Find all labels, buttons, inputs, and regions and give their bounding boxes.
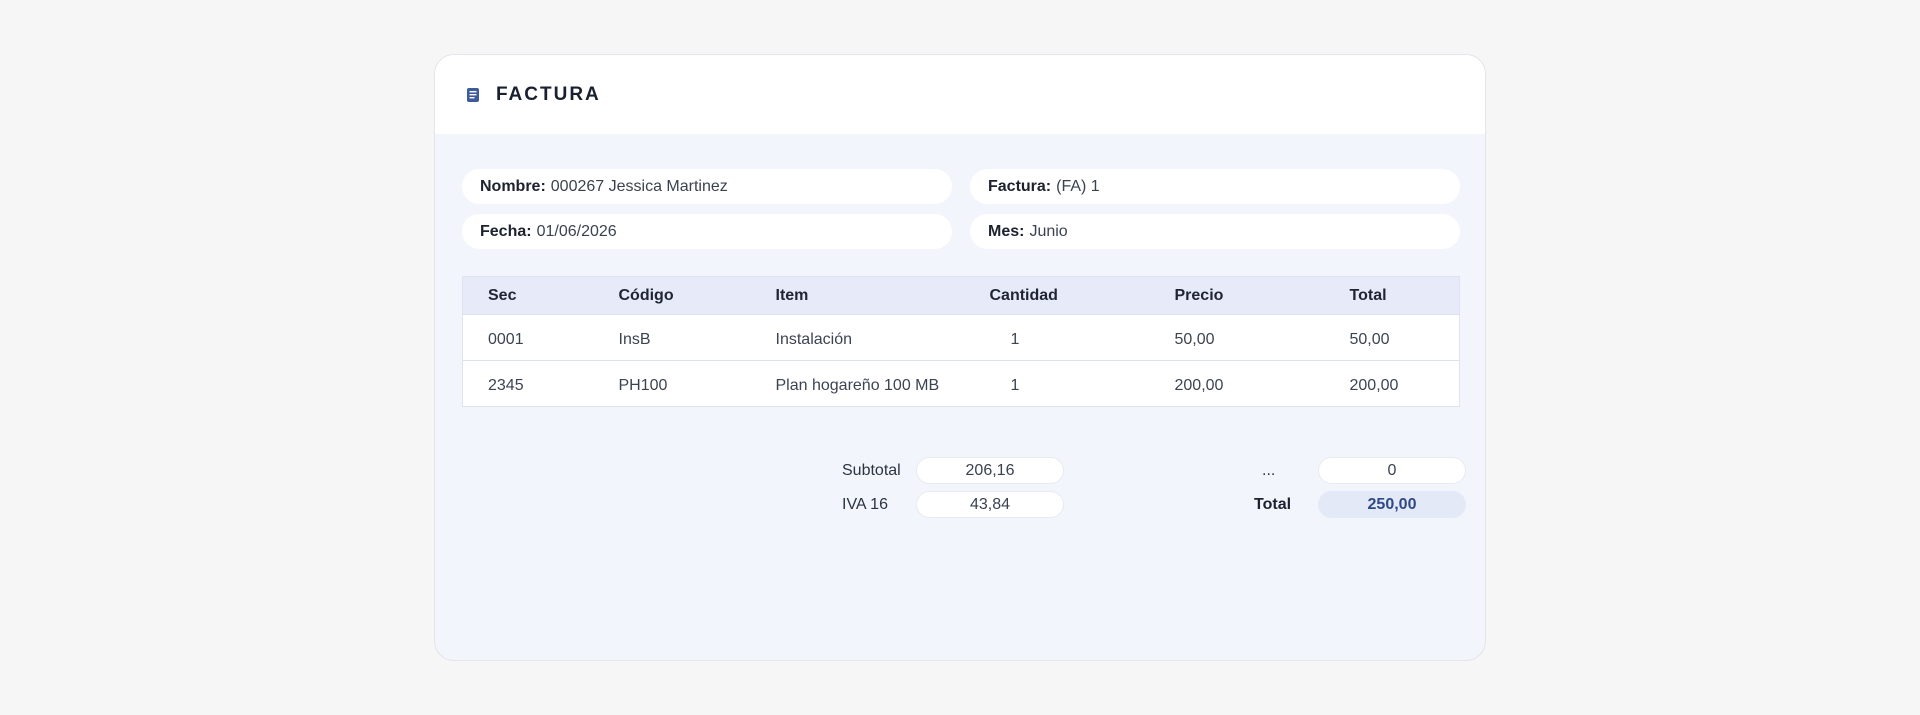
fecha-label: Fecha: bbox=[480, 222, 532, 240]
mes-label: Mes: bbox=[988, 222, 1025, 240]
cell-precio: 200,00 bbox=[1174, 376, 1224, 394]
extra-row: ... 0 bbox=[1254, 455, 1466, 486]
column-header-codigo: Código bbox=[618, 286, 674, 304]
cell-codigo: PH100 bbox=[618, 376, 668, 394]
invoice-info: Nombre: 000267 Jessica Martinez Factura:… bbox=[462, 169, 1460, 249]
nombre-value: 000267 Jessica Martinez bbox=[550, 177, 728, 195]
fecha-value: 01/06/2026 bbox=[536, 222, 617, 240]
cell-sec: 2345 bbox=[488, 376, 524, 394]
subtotal-value: 206,16 bbox=[916, 457, 1064, 484]
table-row: 2345 PH100 Plan hogareño 100 MB 1 200,00… bbox=[462, 360, 1460, 407]
column-header-total: Total bbox=[1349, 286, 1387, 304]
table-row: 0001 InsB Instalación 1 50,00 50,00 bbox=[462, 314, 1460, 361]
total-row: Total 250,00 bbox=[1254, 489, 1466, 520]
cell-sec: 0001 bbox=[488, 330, 524, 348]
document-icon bbox=[466, 87, 480, 103]
column-header-item: Item bbox=[775, 286, 809, 304]
mes-field: Mes: Junio bbox=[970, 214, 1460, 249]
invoice-card: FACTURA Nombre: 000267 Jessica Martinez … bbox=[434, 54, 1486, 661]
cell-codigo: InsB bbox=[618, 330, 651, 348]
card-header: FACTURA bbox=[435, 55, 1485, 134]
total-value: 250,00 bbox=[1318, 491, 1466, 518]
cell-total: 200,00 bbox=[1349, 376, 1399, 394]
iva-label: IVA 16 bbox=[842, 495, 888, 513]
column-header-sec: Sec bbox=[488, 286, 517, 304]
column-header-precio: Precio bbox=[1174, 286, 1224, 304]
iva-row: IVA 16 43,84 bbox=[842, 489, 1064, 520]
column-header-cantidad: Cantidad bbox=[989, 286, 1058, 304]
grand-total-block: ... 0 Total 250,00 bbox=[1254, 455, 1466, 523]
total-label: Total bbox=[1254, 495, 1292, 513]
extra-label: ... bbox=[1262, 461, 1276, 479]
fecha-field: Fecha: 01/06/2026 bbox=[462, 214, 952, 249]
table-header-row: Sec Código Item Cantidad Precio Total bbox=[462, 276, 1460, 315]
factura-field: Factura: (FA) 1 bbox=[970, 169, 1460, 204]
cell-item: Instalación bbox=[775, 330, 853, 348]
nombre-field: Nombre: 000267 Jessica Martinez bbox=[462, 169, 952, 204]
subtotals-block: Subtotal 206,16 IVA 16 43,84 bbox=[842, 455, 1064, 523]
cell-total: 50,00 bbox=[1349, 330, 1390, 348]
nombre-label: Nombre: bbox=[480, 177, 546, 195]
cell-precio: 50,00 bbox=[1174, 330, 1215, 348]
cell-cantidad: 1 bbox=[1010, 330, 1020, 348]
factura-value: (FA) 1 bbox=[1056, 177, 1100, 195]
cell-cantidad: 1 bbox=[1010, 376, 1020, 394]
items-table: Sec Código Item Cantidad Precio Total 00… bbox=[462, 276, 1460, 407]
factura-label: Factura: bbox=[988, 177, 1052, 195]
extra-value: 0 bbox=[1318, 457, 1466, 484]
cell-item: Plan hogareño 100 MB bbox=[775, 376, 940, 394]
iva-value: 43,84 bbox=[916, 491, 1064, 518]
subtotal-row: Subtotal 206,16 bbox=[842, 455, 1064, 486]
mes-value: Junio bbox=[1029, 222, 1068, 240]
subtotal-label: Subtotal bbox=[842, 461, 901, 479]
page-title: FACTURA bbox=[496, 83, 601, 105]
